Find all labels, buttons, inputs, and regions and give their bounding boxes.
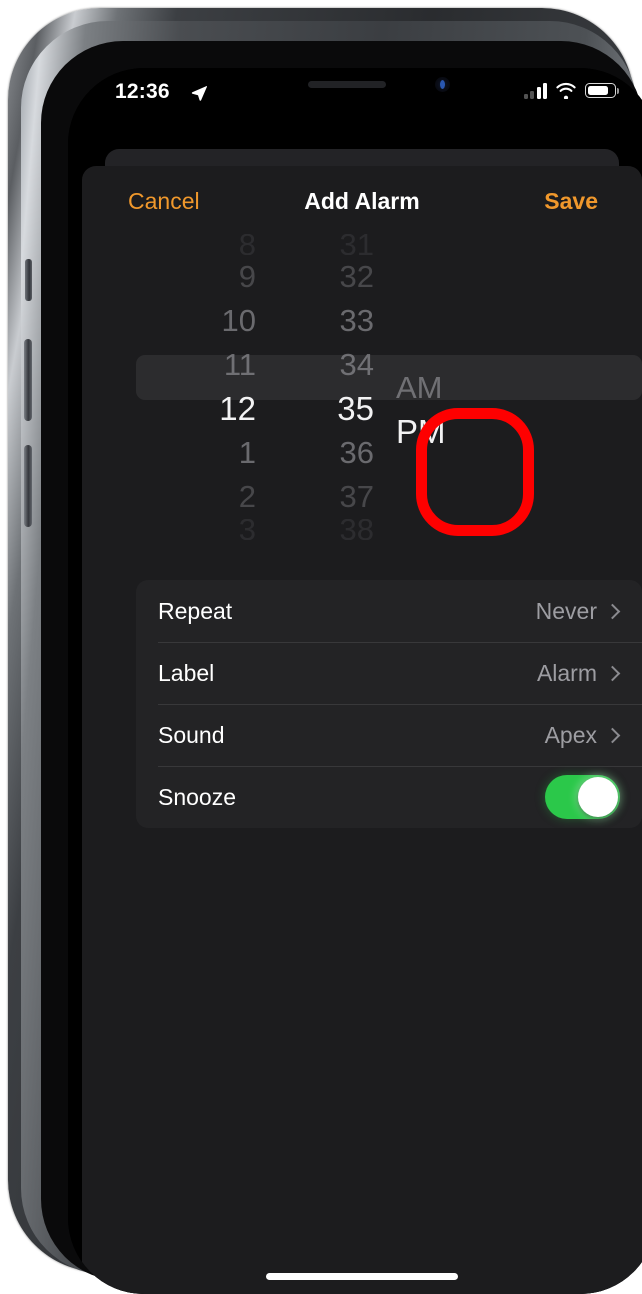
row-label: Sound xyxy=(158,721,225,748)
chevron-right-icon xyxy=(604,603,621,619)
row-value: Never xyxy=(535,597,597,624)
navigation-bar: Cancel Add Alarm Save xyxy=(82,166,642,234)
list-item-snooze[interactable]: Snooze xyxy=(136,766,642,828)
hour-option[interactable]: 9 xyxy=(239,255,256,299)
meridiem-option-pm-selected[interactable]: PM xyxy=(396,410,446,454)
hour-option-selected[interactable]: 12 xyxy=(219,387,256,431)
screenshot-stage: 12:36 Cancel Add Alarm Save 8 9 10 11 12… xyxy=(0,0,642,1294)
volume-up-button[interactable] xyxy=(24,339,32,421)
minute-option[interactable]: 36 xyxy=(340,431,374,475)
save-button[interactable]: Save xyxy=(544,188,598,215)
chevron-right-icon xyxy=(604,727,621,743)
hour-option[interactable]: 11 xyxy=(224,343,256,387)
wifi-icon xyxy=(556,82,576,99)
phone-bezel: 12:36 Cancel Add Alarm Save 8 9 10 11 12… xyxy=(41,41,642,1294)
alarm-options-list: Repeat Never Label Alarm Sound Apex Snoo… xyxy=(136,580,642,828)
minute-option[interactable]: 38 xyxy=(340,519,374,540)
minute-option-selected[interactable]: 35 xyxy=(337,387,374,431)
phone-frame-outer: 12:36 Cancel Add Alarm Save 8 9 10 11 12… xyxy=(8,8,642,1294)
battery-fill xyxy=(587,85,609,96)
minute-option[interactable]: 34 xyxy=(340,343,374,387)
minute-option[interactable]: 37 xyxy=(340,475,374,519)
add-alarm-sheet: Cancel Add Alarm Save 8 9 10 11 12 1 2 3… xyxy=(82,166,642,1294)
home-indicator[interactable] xyxy=(266,1273,458,1280)
hour-option[interactable]: 1 xyxy=(239,431,256,475)
row-value: Alarm xyxy=(536,659,597,686)
meridiem-option-am[interactable]: AM xyxy=(396,366,443,410)
hour-option[interactable]: 2 xyxy=(239,475,256,519)
front-camera-icon xyxy=(435,77,450,92)
chevron-right-icon xyxy=(604,665,621,681)
minute-option[interactable]: 32 xyxy=(340,255,374,299)
minute-option[interactable]: 31 xyxy=(340,234,374,255)
hour-option[interactable]: 10 xyxy=(222,299,256,343)
status-bar-indicators xyxy=(523,82,619,99)
earpiece-speaker-icon xyxy=(308,81,386,88)
list-item-sound[interactable]: Sound Apex xyxy=(136,704,642,766)
row-label: Repeat xyxy=(158,597,233,624)
battery-icon xyxy=(585,83,619,98)
phone-frame-rail: 12:36 Cancel Add Alarm Save 8 9 10 11 12… xyxy=(21,21,642,1294)
cellular-signal-icon xyxy=(523,82,547,99)
notch xyxy=(246,68,478,101)
phone-display-glass: 12:36 Cancel Add Alarm Save 8 9 10 11 12… xyxy=(68,68,642,1294)
mute-switch-button[interactable] xyxy=(25,259,32,301)
list-item-label[interactable]: Label Alarm xyxy=(136,642,642,704)
status-bar-clock: 12:36 xyxy=(115,80,170,103)
minute-picker-column[interactable]: 31 32 33 34 35 36 37 38 xyxy=(264,234,374,540)
row-label: Label xyxy=(158,659,215,686)
hour-option[interactable]: 8 xyxy=(239,234,256,255)
minute-option[interactable]: 33 xyxy=(340,299,374,343)
location-arrow-icon xyxy=(190,84,208,107)
row-label: Snooze xyxy=(158,783,237,810)
list-item-repeat[interactable]: Repeat Never xyxy=(136,580,642,642)
meridiem-picker-column[interactable]: AM PM xyxy=(374,234,546,540)
time-picker[interactable]: 8 9 10 11 12 1 2 3 31 32 33 34 35 36 37 … xyxy=(82,234,642,540)
screen: 12:36 Cancel Add Alarm Save 8 9 10 11 12… xyxy=(68,68,642,1294)
snooze-toggle-switch[interactable] xyxy=(545,775,620,819)
hour-option[interactable]: 3 xyxy=(239,519,256,540)
volume-down-button[interactable] xyxy=(24,445,32,527)
row-value: Apex xyxy=(544,721,597,748)
toggle-knob xyxy=(578,777,618,817)
hour-picker-column[interactable]: 8 9 10 11 12 1 2 3 xyxy=(82,234,264,540)
